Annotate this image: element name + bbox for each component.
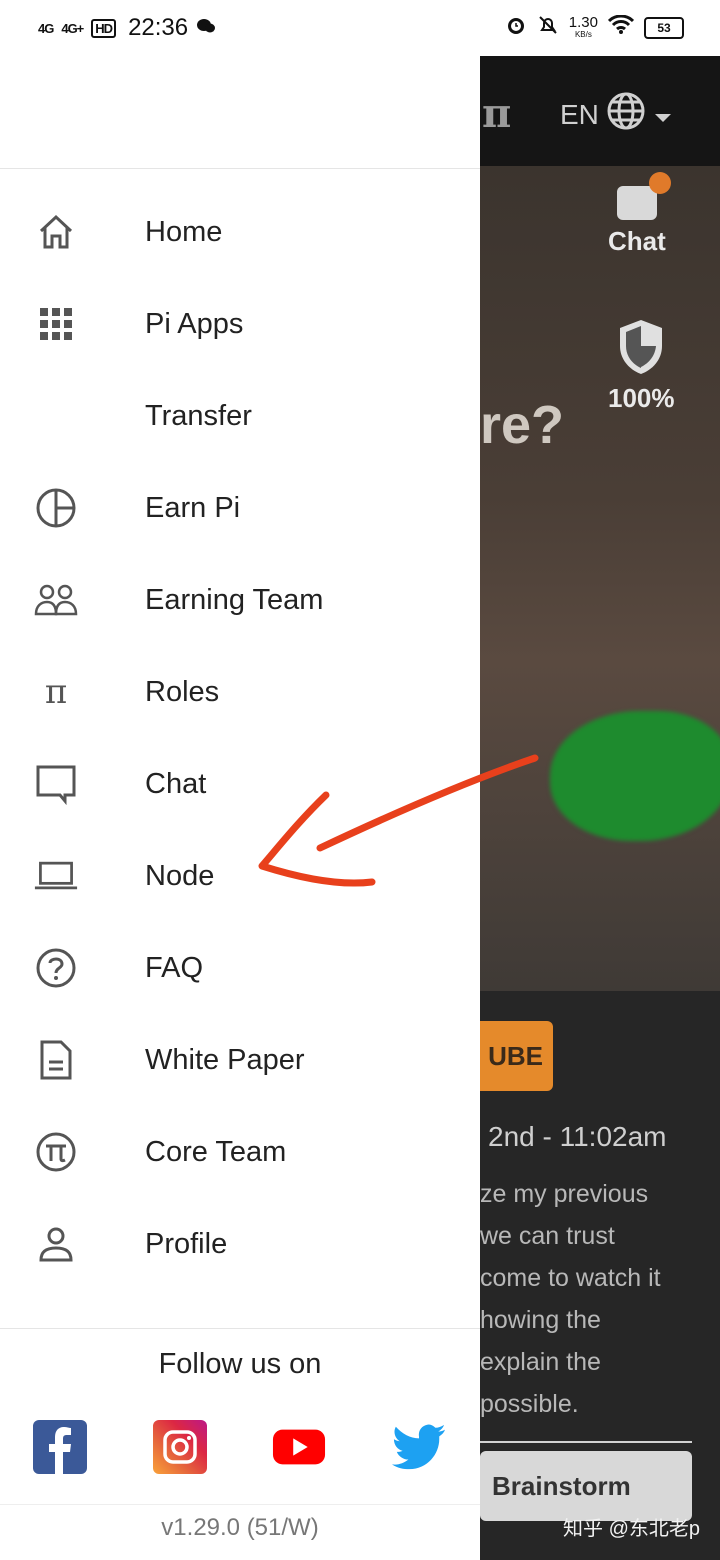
shield-icon xyxy=(620,320,663,374)
menu-item-home[interactable]: Home xyxy=(0,186,480,278)
menu-item-core-team[interactable]: Core Team xyxy=(0,1106,480,1198)
status-bar: 4G 4G+ HD 22:36 1.30 KB/s 53 xyxy=(0,0,720,56)
drawer-header xyxy=(0,56,480,169)
menu-item-faq[interactable]: FAQ xyxy=(0,922,480,1014)
hd-badge: HD xyxy=(91,18,117,38)
facebook-button[interactable] xyxy=(33,1420,87,1474)
mute-icon xyxy=(537,14,559,41)
signal-4g-plus: 4G+ xyxy=(61,20,84,36)
divider xyxy=(480,1441,692,1443)
caret-down-icon xyxy=(653,99,673,131)
pi-symbol-icon: π xyxy=(44,672,68,712)
security-shortcut[interactable]: 100% xyxy=(608,318,675,414)
pie-icon xyxy=(34,486,78,530)
youtube-button[interactable] xyxy=(272,1420,326,1474)
laptop-icon xyxy=(34,854,78,898)
menu-item-white-paper[interactable]: White Paper xyxy=(0,1014,480,1106)
wifi-icon xyxy=(607,14,635,40)
pi-circle-icon xyxy=(34,1130,78,1174)
divider xyxy=(0,1328,480,1329)
chat-bubble-icon xyxy=(616,172,671,220)
divider xyxy=(0,1504,480,1505)
twitter-icon xyxy=(392,1424,446,1470)
post-date: 2nd - 11:02am xyxy=(488,1121,667,1152)
instagram-icon xyxy=(163,1430,197,1464)
menu-item-chat[interactable]: Chat xyxy=(0,738,480,830)
instagram-button[interactable] xyxy=(153,1420,207,1474)
home-icon xyxy=(34,210,78,254)
document-icon xyxy=(34,1038,78,1082)
background-app: π EN re? Chat 100% UBE 2nd - 11:02am ze … xyxy=(480,56,720,1560)
menu-label: White Paper xyxy=(145,1043,305,1076)
brainstorm-button[interactable]: Brainstorm xyxy=(480,1451,692,1521)
menu-label: Roles xyxy=(145,675,220,708)
menu-label: FAQ xyxy=(145,951,204,984)
menu-item-profile[interactable]: Profile xyxy=(0,1198,480,1290)
app-version: v1.29.0 (51/W) xyxy=(161,1514,319,1541)
app-header: π EN xyxy=(480,56,720,166)
background-photo: re? xyxy=(480,166,720,991)
menu-item-transfer[interactable]: Transfer xyxy=(0,370,480,462)
menu-item-node[interactable]: Node xyxy=(0,830,480,922)
menu-label: Transfer xyxy=(145,399,252,432)
clock: 22:36 xyxy=(128,14,189,41)
watermark: 知乎 @东北老p xyxy=(563,1518,700,1540)
twitter-button[interactable] xyxy=(392,1420,446,1474)
menu-label: Core Team xyxy=(145,1135,287,1168)
facebook-icon xyxy=(49,1427,71,1474)
menu-item-earning-team[interactable]: Earning Team xyxy=(0,554,480,646)
wechat-icon xyxy=(196,18,216,39)
menu-label: Earn Pi xyxy=(145,491,241,524)
help-icon xyxy=(34,946,78,990)
chat-shortcut[interactable]: Chat xyxy=(608,172,671,257)
net-speed: 1.30 KB/s xyxy=(568,13,598,39)
language-selector[interactable]: EN xyxy=(560,92,673,137)
notification-dot xyxy=(648,172,671,194)
content-panel: UBE 2nd - 11:02am ze my previous we can … xyxy=(480,991,720,1560)
menu-label: Pi Apps xyxy=(145,307,244,340)
green-scribble xyxy=(550,711,720,841)
youtube-button[interactable]: UBE xyxy=(480,1021,553,1091)
alarm-icon xyxy=(505,14,527,41)
menu-item-roles[interactable]: π Roles xyxy=(0,646,480,738)
youtube-icon xyxy=(272,1429,326,1465)
pi-logo-icon: π xyxy=(482,90,512,137)
menu-label: Earning Team xyxy=(145,583,324,616)
post-text: ze my previous we can trust come to watc… xyxy=(480,1180,661,1418)
menu-label: Profile xyxy=(145,1227,228,1260)
security-percent: 100% xyxy=(608,383,675,413)
battery-indicator: 53 xyxy=(644,16,684,39)
follow-us-title: Follow us on xyxy=(158,1348,322,1380)
menu-item-pi-apps[interactable]: Pi Apps xyxy=(0,278,480,370)
grid-icon xyxy=(34,302,78,346)
signal-4g: 4G xyxy=(38,20,54,36)
menu-item-earn-pi[interactable]: Earn Pi xyxy=(0,462,480,554)
drawer-menu: Home Pi Apps Transfer Earn Pi Earning Te… xyxy=(0,186,480,1290)
menu-label: Home xyxy=(145,215,223,248)
team-icon xyxy=(34,578,78,622)
language-code: EN xyxy=(560,98,599,130)
menu-label: Chat xyxy=(145,767,207,800)
globe-icon xyxy=(607,92,645,137)
chat-shortcut-label: Chat xyxy=(608,226,666,256)
person-icon xyxy=(34,1222,78,1266)
chat-icon xyxy=(34,762,78,806)
headline-text: re? xyxy=(480,395,565,455)
menu-label: Node xyxy=(145,859,215,892)
navigation-drawer: Home Pi Apps Transfer Earn Pi Earning Te… xyxy=(0,56,480,1560)
